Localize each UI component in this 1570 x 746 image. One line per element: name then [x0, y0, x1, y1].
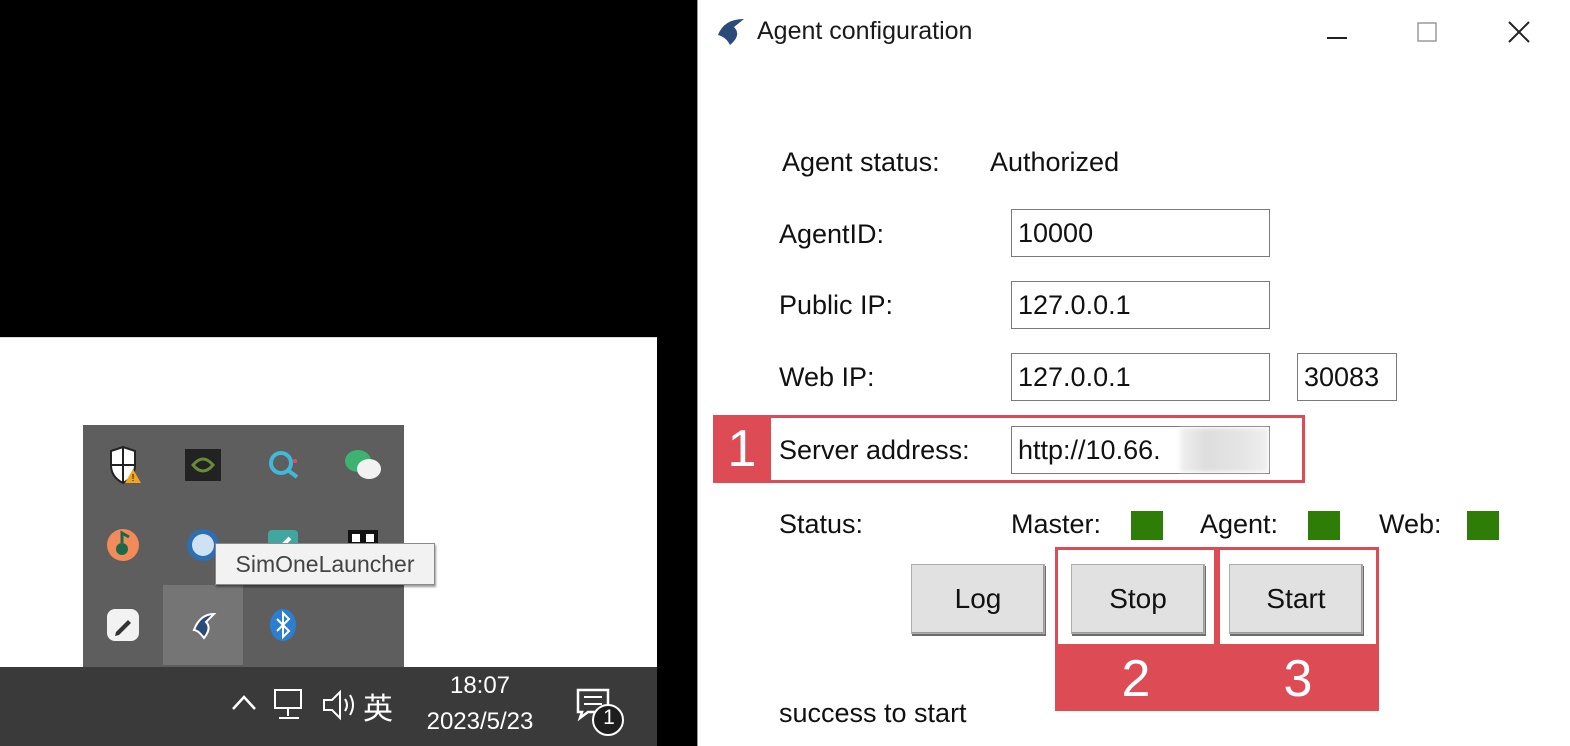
agent-label: Agent:: [1200, 509, 1279, 539]
close-button[interactable]: [1496, 12, 1542, 52]
annotation-frame-1: [713, 415, 1305, 483]
web-port-field[interactable]: 30083: [1297, 353, 1397, 401]
window-title: Agent configuration: [757, 17, 973, 45]
agent-id-field[interactable]: 10000: [1011, 209, 1270, 257]
minimize-button[interactable]: [1314, 12, 1360, 52]
svg-text:!: !: [132, 473, 135, 484]
annotation-frame-3: [1217, 547, 1379, 647]
tooltip: SimOneLauncher: [215, 543, 435, 585]
app-logo-icon: [714, 15, 748, 52]
annotation-tag-1: 1: [713, 415, 771, 483]
public-ip-label: Public IP:: [779, 290, 894, 320]
web-ip-label: Web IP:: [779, 362, 875, 392]
agent-status-label: Agent status:: [782, 147, 940, 177]
annotation-tag-2: 2: [1055, 647, 1217, 711]
web-indicator: [1467, 511, 1499, 540]
public-ip-field[interactable]: 127.0.0.1: [1011, 281, 1270, 329]
web-ip-field[interactable]: 127.0.0.1: [1011, 353, 1270, 401]
agent-indicator: [1308, 511, 1340, 540]
chevron-up-icon[interactable]: [229, 689, 259, 720]
nvidia-icon[interactable]: [163, 425, 243, 505]
pen-app-icon[interactable]: [83, 585, 163, 665]
maximize-button[interactable]: [1404, 12, 1450, 52]
search-app-icon[interactable]: [243, 425, 323, 505]
web-label: Web:: [1379, 509, 1442, 539]
network-icon[interactable]: [273, 688, 309, 727]
wechat-icon[interactable]: [323, 425, 403, 505]
master-label: Master:: [1011, 509, 1102, 539]
defender-warning-icon[interactable]: !: [83, 425, 163, 505]
log-button[interactable]: Log: [911, 564, 1045, 634]
orange-app-icon[interactable]: [83, 505, 163, 585]
master-indicator: [1131, 511, 1163, 540]
status-message: success to start: [779, 698, 967, 728]
clock-time[interactable]: 18:07: [405, 672, 555, 700]
annotation-frame-2: [1055, 547, 1217, 647]
notification-count: 1: [603, 706, 615, 729]
agent-id-label: AgentID:: [779, 219, 885, 249]
input-method-indicator[interactable]: 英: [363, 684, 393, 728]
simone-launcher-icon[interactable]: [163, 585, 243, 665]
bluetooth-icon[interactable]: [243, 585, 323, 665]
volume-icon[interactable]: [320, 688, 360, 727]
clock-date[interactable]: 2023/5/23: [405, 708, 555, 736]
notification-center-icon[interactable]: 1: [574, 686, 630, 743]
status-row-label: Status:: [779, 509, 864, 539]
agent-status-value: Authorized: [990, 147, 1120, 177]
annotation-tag-3: 3: [1217, 647, 1379, 711]
